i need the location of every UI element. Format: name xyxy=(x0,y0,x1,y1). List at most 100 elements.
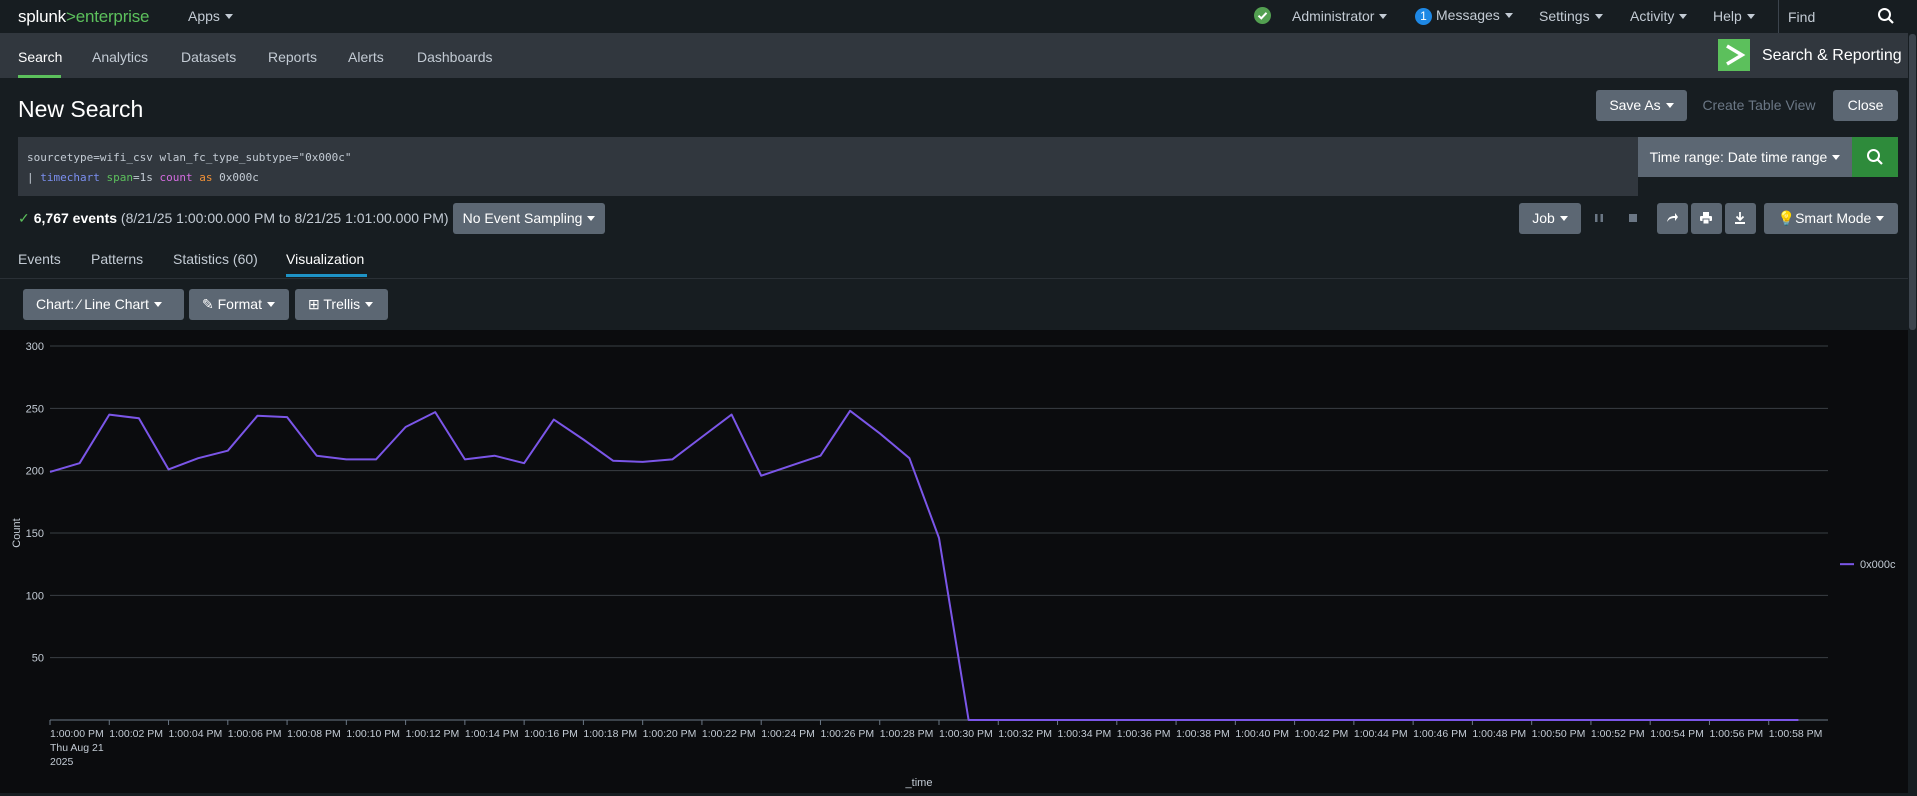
chevron-down-icon xyxy=(1559,216,1568,221)
tab-events[interactable]: Events xyxy=(18,251,61,267)
activity-menu[interactable]: Activity xyxy=(1630,8,1688,24)
tab-divider xyxy=(0,278,1910,279)
create-table-view-button[interactable]: Create Table View xyxy=(1695,90,1823,121)
x-tick-label: 1:00:38 PM xyxy=(1176,728,1230,740)
x-tick-date-label: Thu Aug 21 xyxy=(50,742,104,754)
search-mode-dropdown[interactable]: 💡Smart Mode xyxy=(1764,203,1898,234)
chevron-down-icon xyxy=(224,14,233,19)
y-tick-label: 300 xyxy=(26,341,44,353)
print-icon xyxy=(1700,212,1712,225)
y-tick-label: 150 xyxy=(26,528,44,540)
print-button[interactable] xyxy=(1691,203,1722,234)
find-placeholder: Find xyxy=(1788,9,1816,25)
chevron-down-icon xyxy=(587,216,596,221)
query-line-2: | timechart span=1s count as 0x000c xyxy=(27,171,259,184)
splunk-logo[interactable]: splunk>enterprise xyxy=(18,7,149,27)
event-time-range: (8/21/25 1:00:00.000 PM to 8/21/25 1:01:… xyxy=(120,210,449,226)
sampling-label: No Event Sampling xyxy=(462,210,583,226)
apps-label: Apps xyxy=(188,8,220,24)
x-tick-label: 1:00:34 PM xyxy=(1058,728,1112,740)
query-argument-value: =1s xyxy=(132,171,160,184)
x-tick-label: 1:00:22 PM xyxy=(702,728,756,740)
search-query-editor[interactable]: sourcetype=wifi_csv wlan_fc_type_subtype… xyxy=(18,137,1638,196)
check-icon: ✓ xyxy=(18,210,30,226)
x-tick-label: 1:00:32 PM xyxy=(998,728,1052,740)
nav-alerts[interactable]: Alerts xyxy=(348,49,384,65)
save-as-button[interactable]: Save As xyxy=(1596,90,1687,121)
user-label: Administrator xyxy=(1292,8,1375,24)
settings-menu[interactable]: Settings xyxy=(1539,8,1603,24)
x-tick-label: 1:00:28 PM xyxy=(880,728,934,740)
time-range-picker[interactable]: Time range: Date time range xyxy=(1638,137,1852,177)
scrollbar-thumb[interactable] xyxy=(1909,34,1916,330)
help-menu[interactable]: Help xyxy=(1713,8,1755,24)
y-tick-label: 100 xyxy=(26,590,44,602)
x-tick-date-label: 2025 xyxy=(50,756,74,768)
nav-datasets[interactable]: Datasets xyxy=(181,49,236,65)
x-tick-label: 1:00:36 PM xyxy=(1117,728,1171,740)
x-tick-label: 1:00:58 PM xyxy=(1769,728,1823,740)
chart-type-prefix: Chart: xyxy=(36,296,79,312)
event-count: 6,767 events xyxy=(33,210,118,226)
tab-visualization[interactable]: Visualization xyxy=(286,251,364,267)
trellis-button[interactable]: ⊞ Trellis xyxy=(295,289,388,320)
chevron-down-icon xyxy=(1379,14,1388,19)
active-tab-indicator xyxy=(286,274,367,277)
query-argument: span xyxy=(106,171,133,184)
chart-type-label: Line Chart xyxy=(84,296,149,312)
query-command: timechart xyxy=(40,171,100,184)
tab-statistics[interactable]: Statistics (60) xyxy=(173,251,258,267)
chevron-down-icon xyxy=(1876,216,1885,221)
settings-label: Settings xyxy=(1539,8,1590,24)
chevron-down-icon xyxy=(153,302,162,307)
x-tick-label: 1:00:14 PM xyxy=(465,728,519,740)
job-menu-button[interactable]: Job xyxy=(1519,203,1581,234)
download-icon xyxy=(1735,212,1745,224)
search-icon[interactable] xyxy=(1877,7,1895,25)
logo-sub-text: enterprise xyxy=(75,7,150,26)
time-range-label: Time range: Date time range xyxy=(1649,149,1828,165)
tab-patterns[interactable]: Patterns xyxy=(91,251,143,267)
messages-menu[interactable]: 1 Messages xyxy=(1415,7,1513,25)
export-button[interactable] xyxy=(1725,203,1756,234)
active-nav-indicator xyxy=(18,75,61,78)
health-status-icon[interactable] xyxy=(1254,7,1271,24)
apps-menu[interactable]: Apps xyxy=(188,8,233,24)
line-chart[interactable]: 50 100 150 200 250 300 1:00:00 PM 1:00:02 PM 1:0… xyxy=(0,330,1910,793)
share-icon xyxy=(1667,213,1678,222)
nav-analytics[interactable]: Analytics xyxy=(92,49,148,65)
x-tick-label: 1:00:24 PM xyxy=(761,728,815,740)
top-bar: splunk>enterprise Apps Administrator 1 Me… xyxy=(0,0,1917,33)
nav-reports[interactable]: Reports xyxy=(268,49,317,65)
series-line-0x000c[interactable] xyxy=(49,409,1799,721)
app-title: Search & Reporting xyxy=(1762,47,1902,64)
pause-button[interactable] xyxy=(1584,203,1615,234)
query-line-1: sourcetype=wifi_csv wlan_fc_type_subtype… xyxy=(27,151,352,164)
chart-type-button[interactable]: Chart: ⁄ Line Chart xyxy=(23,289,184,320)
x-tick-label: 1:00:46 PM xyxy=(1413,728,1467,740)
share-button[interactable] xyxy=(1657,203,1688,234)
lightbulb-icon: 💡 xyxy=(1777,210,1796,226)
legend-label[interactable]: 0x000c xyxy=(1860,559,1896,571)
run-search-button[interactable] xyxy=(1852,137,1898,177)
messages-label: Messages xyxy=(1436,7,1500,23)
chevron-down-icon xyxy=(1504,13,1513,18)
logo-separator: > xyxy=(65,7,76,26)
format-button[interactable]: ✎ Format xyxy=(189,289,289,320)
app-logo-icon xyxy=(1718,39,1750,71)
find-input[interactable]: Find xyxy=(1778,0,1901,33)
user-menu[interactable]: Administrator xyxy=(1292,8,1388,24)
x-tick-label: 1:00:44 PM xyxy=(1354,728,1408,740)
logo-main-text: splunk xyxy=(18,7,66,26)
close-button[interactable]: Close xyxy=(1833,90,1898,121)
line-chart-icon: ⁄ xyxy=(78,296,81,312)
chevron-down-icon xyxy=(1832,155,1841,160)
nav-search[interactable]: Search xyxy=(18,49,62,65)
y-axis-title: Count xyxy=(11,518,23,547)
event-sampling-dropdown[interactable]: No Event Sampling xyxy=(453,203,605,234)
job-status: ✓ 6,767 events (8/21/25 1:00:00.000 PM to… xyxy=(18,210,449,227)
stop-button[interactable] xyxy=(1618,203,1649,234)
chevron-down-icon xyxy=(266,302,275,307)
nav-dashboards[interactable]: Dashboards xyxy=(417,49,493,65)
activity-label: Activity xyxy=(1630,8,1675,24)
